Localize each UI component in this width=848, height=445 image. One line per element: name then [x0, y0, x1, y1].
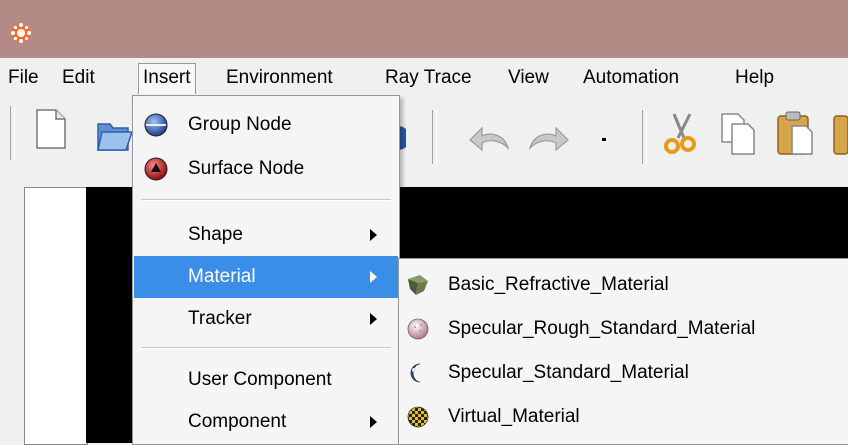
toolbar [0, 96, 848, 180]
menu-environment[interactable]: Environment [222, 64, 337, 92]
toolbar-grip[interactable] [10, 106, 15, 160]
submenu-item-label: Specular_Rough_Standard_Material [448, 318, 756, 339]
menu-item-shape[interactable]: Shape [134, 214, 398, 256]
menu-separator [141, 199, 391, 201]
menu-item-component[interactable]: Component [134, 401, 398, 443]
insert-menu-dropdown: Group Node Surface Node Shape Material T… [132, 95, 400, 445]
toolbar-overflow-icon[interactable] [832, 110, 848, 156]
virtual-material-icon [407, 406, 429, 428]
menu-item-label: Tracker [188, 308, 252, 329]
dropdown-arrow-icon[interactable] [600, 136, 610, 144]
undo-icon[interactable] [468, 122, 512, 154]
menu-automation[interactable]: Automation [579, 64, 683, 92]
refractive-material-icon [408, 275, 428, 295]
specular-material-icon [410, 363, 421, 383]
toolbar-separator [432, 110, 437, 164]
group-node-icon [144, 113, 168, 137]
menu-edit[interactable]: Edit [58, 64, 99, 92]
submenu-arrow-icon [370, 416, 377, 428]
menu-item-label: Material [188, 266, 256, 287]
menu-item-material[interactable]: Material [134, 256, 398, 298]
menu-item-label: Surface Node [188, 158, 305, 179]
menu-ray-trace[interactable]: Ray Trace [381, 64, 476, 92]
submenu-item-label: Specular_Standard_Material [448, 362, 689, 383]
surface-node-icon [144, 157, 168, 181]
open-folder-icon[interactable] [96, 118, 132, 152]
material-submenu: Basic_Refractive_Material Specular_Rough… [398, 258, 848, 445]
menu-item-surface-node[interactable]: Surface Node [134, 148, 398, 190]
submenu-item-specular-rough-standard-material[interactable]: Specular_Rough_Standard_Material [400, 307, 840, 351]
toolbar-separator-2 [642, 110, 647, 164]
menu-item-label: User Component [188, 369, 332, 390]
scene-tree-panel[interactable] [24, 187, 88, 445]
menu-item-label: Shape [188, 224, 243, 245]
copy-icon[interactable] [718, 112, 758, 156]
menu-file[interactable]: File [4, 64, 43, 92]
submenu-arrow-icon [370, 313, 377, 325]
app-logo-icon [11, 23, 31, 43]
menu-help[interactable]: Help [731, 64, 778, 92]
menu-item-group-node[interactable]: Group Node [134, 104, 398, 146]
redo-icon[interactable] [526, 122, 570, 154]
submenu-item-basic-refractive-material[interactable]: Basic_Refractive_Material [400, 263, 840, 307]
rough-material-icon [407, 318, 429, 340]
title-bar [0, 0, 848, 58]
menu-item-label: Group Node [188, 114, 292, 135]
submenu-item-label: Virtual_Material [448, 406, 580, 427]
menu-item-tracker[interactable]: Tracker [134, 298, 398, 340]
submenu-arrow-icon [370, 271, 377, 283]
submenu-arrow-icon [370, 229, 377, 241]
menu-separator [141, 347, 391, 349]
menu-bar: File Edit Insert Environment Ray Trace V… [0, 58, 848, 96]
submenu-item-specular-standard-material[interactable]: Specular_Standard_Material [400, 351, 840, 395]
new-document-icon[interactable] [34, 108, 68, 150]
paste-icon[interactable] [776, 110, 816, 156]
menu-item-label: Component [188, 411, 287, 432]
menu-item-user-component[interactable]: User Component [134, 359, 398, 401]
menu-view[interactable]: View [504, 64, 553, 92]
cut-icon[interactable] [660, 112, 700, 156]
submenu-item-virtual-material[interactable]: Virtual_Material [400, 395, 840, 439]
menu-insert[interactable]: Insert [138, 63, 196, 94]
submenu-item-label: Basic_Refractive_Material [448, 274, 669, 295]
